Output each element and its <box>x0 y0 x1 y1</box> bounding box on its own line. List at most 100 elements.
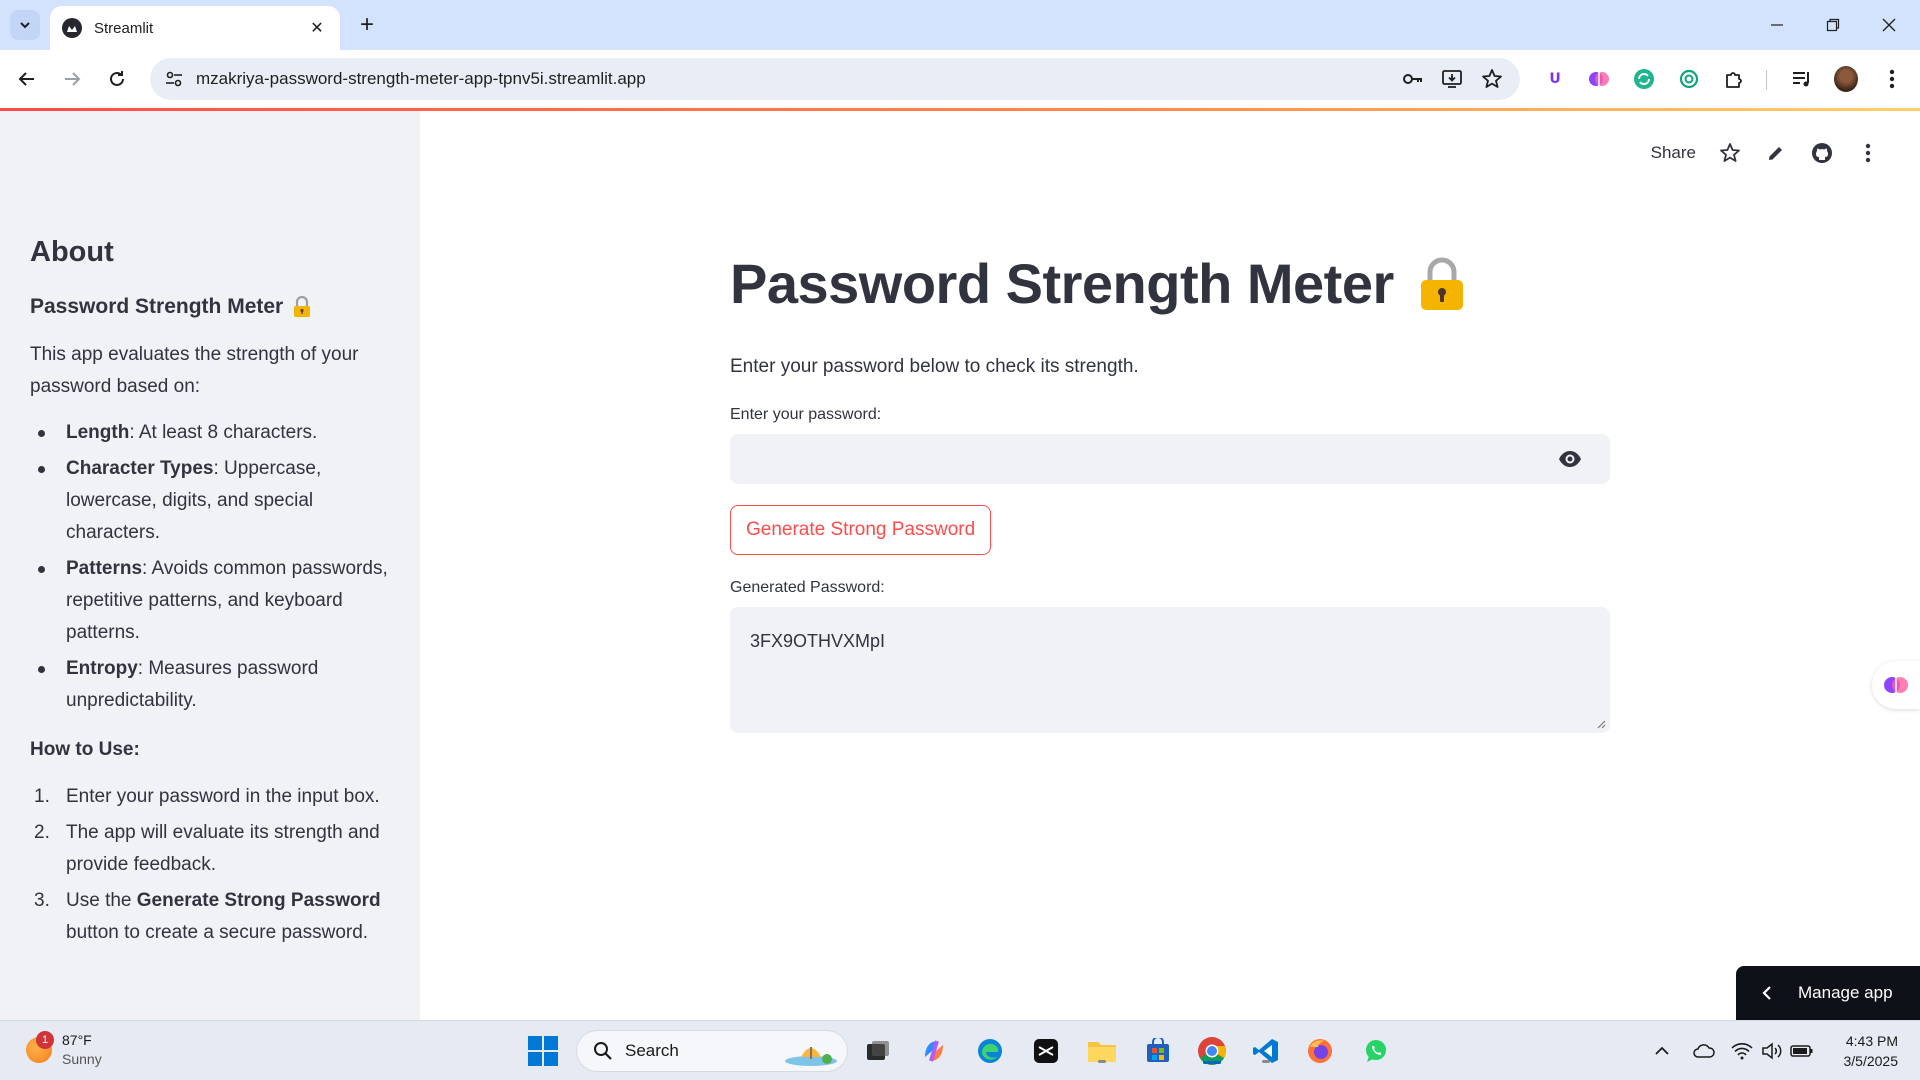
generated-password-value: 3FX9OTHVXMpI <box>750 631 886 651</box>
step-text: Use the <box>66 890 137 911</box>
edge-icon[interactable] <box>974 1035 1006 1067</box>
clock-date: 3/5/2025 <box>1843 1053 1899 1069</box>
step-number: 1. <box>34 786 50 807</box>
volume-icon[interactable] <box>1760 1039 1784 1063</box>
weather-text: 87°F Sunny <box>62 1031 102 1069</box>
lock-icon <box>1420 257 1463 310</box>
active-indicator <box>1203 1061 1221 1064</box>
how-to-use-heading: How to Use: <box>30 739 140 760</box>
bookmark-star-icon[interactable] <box>1480 67 1504 91</box>
sidebar-heading: About <box>30 236 114 268</box>
app-menu-icon[interactable] <box>1856 141 1880 165</box>
capcut-icon[interactable] <box>1030 1035 1062 1067</box>
restore-button[interactable] <box>1816 8 1850 42</box>
password-key-icon[interactable] <box>1400 67 1424 91</box>
generate-password-button[interactable]: Generate Strong Password <box>730 505 992 555</box>
weather-widget[interactable]: 1 87°F Sunny <box>26 1031 102 1069</box>
github-icon[interactable] <box>1810 141 1834 165</box>
extensions-puzzle-icon[interactable] <box>1722 67 1746 91</box>
step-text: Enter your password in the input box. <box>66 786 380 807</box>
tray-overflow-icon[interactable] <box>1650 1039 1674 1063</box>
browser-tab[interactable]: Streamlit ✕ <box>50 6 340 50</box>
minimize-icon <box>1771 24 1783 26</box>
vscode-icon[interactable] <box>1250 1035 1282 1067</box>
chrome-icon[interactable] <box>1196 1035 1228 1067</box>
manage-app-label: Manage app <box>1798 983 1893 1002</box>
manage-app-button[interactable]: Manage app <box>1736 966 1920 1020</box>
back-button[interactable] <box>10 62 44 96</box>
step-item: 1. Enter your password in the input box. <box>30 781 390 813</box>
running-indicator <box>1098 1060 1106 1063</box>
copilot-icon[interactable] <box>918 1035 950 1067</box>
criteria-term: Length <box>66 422 130 443</box>
new-tab-button[interactable]: + <box>352 10 382 40</box>
step-text: The app will evaluate its strength and p… <box>66 822 380 875</box>
onedrive-icon[interactable] <box>1692 1039 1716 1063</box>
reload-button[interactable] <box>100 62 134 96</box>
firefox-icon[interactable] <box>1304 1035 1336 1067</box>
criteria-desc: : At least 8 characters. <box>129 422 318 443</box>
share-button[interactable]: Share <box>1651 143 1696 163</box>
app-header-actions: Share <box>1651 141 1880 165</box>
step-number: 3. <box>34 890 50 911</box>
sidebar-intro: This app evaluates the strength of your … <box>30 344 359 397</box>
browser-toolbar: mzakriya-password-strength-meter-app-tpn… <box>0 50 1920 108</box>
browser-tabstrip: Streamlit ✕ + <box>0 0 1920 50</box>
whatsapp-icon[interactable] <box>1360 1035 1392 1067</box>
edit-pencil-icon[interactable] <box>1764 141 1788 165</box>
running-indicator <box>1262 1060 1270 1063</box>
main-content: Password Strength Meter Enter your passw… <box>730 251 1610 733</box>
toolbar-divider <box>1766 70 1767 90</box>
streamlit-favicon-icon <box>62 18 82 38</box>
floating-extension-button[interactable] <box>1872 661 1920 709</box>
star-icon[interactable] <box>1718 141 1742 165</box>
windows-taskbar: 1 87°F Sunny Search 4:43 PM 3/5/2025 <box>0 1020 1920 1080</box>
close-window-button[interactable] <box>1872 8 1906 42</box>
lock-icon <box>294 296 311 317</box>
criteria-term: Character Types <box>66 458 214 479</box>
tab-title: Streamlit <box>94 19 154 37</box>
criteria-term: Entropy <box>66 658 138 679</box>
search-icon <box>594 1042 612 1060</box>
chevron-left-icon <box>1762 986 1771 1000</box>
generated-password-textarea[interactable]: 3FX9OTHVXMpI <box>730 607 1610 733</box>
profile-avatar[interactable] <box>1834 66 1858 92</box>
browser-menu-icon[interactable] <box>1880 67 1904 91</box>
taskbar-clock[interactable]: 4:43 PM 3/5/2025 <box>1844 1031 1899 1071</box>
clock-time: 4:43 PM <box>1845 1033 1898 1049</box>
wifi-icon[interactable] <box>1730 1039 1754 1063</box>
file-explorer-icon[interactable] <box>1086 1035 1118 1067</box>
tab-search-button[interactable] <box>10 10 40 40</box>
reload-icon <box>110 71 124 86</box>
criteria-item: Entropy: Measures password unpredictabil… <box>30 653 390 717</box>
address-bar[interactable]: mzakriya-password-strength-meter-app-tpn… <box>150 58 1520 100</box>
minimize-button[interactable] <box>1760 8 1794 42</box>
page-title: Password Strength Meter <box>730 251 1610 316</box>
media-controls-icon[interactable] <box>1790 67 1814 91</box>
site-info-icon[interactable] <box>164 69 184 89</box>
resize-handle-icon[interactable] <box>1596 719 1606 729</box>
extension-sync-icon[interactable] <box>1632 67 1656 91</box>
sun-icon: 1 <box>26 1031 54 1063</box>
steps-list: 1. Enter your password in the input box. … <box>30 781 390 949</box>
search-highlight-icon <box>785 1047 837 1066</box>
eye-icon[interactable] <box>1558 447 1582 471</box>
arrow-right-icon <box>65 72 81 86</box>
start-button[interactable] <box>528 1036 558 1066</box>
criteria-list: Length: At least 8 characters. Character… <box>30 417 390 717</box>
taskbar-search[interactable]: Search <box>576 1030 848 1072</box>
task-view-icon[interactable] <box>862 1035 894 1067</box>
tab-close-icon[interactable]: ✕ <box>306 17 328 39</box>
password-input[interactable] <box>730 434 1530 484</box>
battery-icon[interactable] <box>1790 1039 1814 1063</box>
extension-brain-icon[interactable] <box>1587 67 1611 91</box>
sidebar: About Password Strength Meter This app e… <box>0 111 420 1020</box>
step-item: 2. The app will evaluate its strength and… <box>30 817 390 881</box>
extension-u-icon[interactable]: U <box>1543 67 1567 91</box>
microsoft-store-icon[interactable] <box>1142 1035 1174 1067</box>
extension-openai-icon[interactable] <box>1677 67 1701 91</box>
install-app-icon[interactable] <box>1440 67 1464 91</box>
step-text-end: button to create a secure password. <box>66 922 369 943</box>
forward-button[interactable] <box>55 62 89 96</box>
close-icon <box>1882 18 1896 32</box>
